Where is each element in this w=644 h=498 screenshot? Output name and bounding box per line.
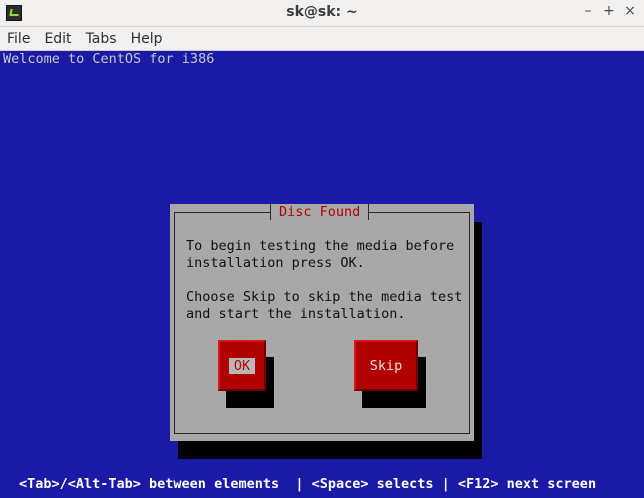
menu-file[interactable]: File [0,31,37,47]
minimize-button[interactable]: – [582,3,594,19]
dialog-text-line-1: To begin testing the media before [186,238,455,254]
dialog-text-line-3: Choose Skip to skip the media test [186,289,463,305]
terminal-area[interactable]: Welcome to CentOS for i386 Disc Found To… [0,51,644,498]
menu-edit[interactable]: Edit [37,31,78,47]
window-titlebar: sk@sk: ~ – + × [0,0,644,27]
menu-tabs[interactable]: Tabs [79,31,124,47]
close-button[interactable]: × [624,3,636,19]
welcome-text: Welcome to CentOS for i386 [3,51,215,67]
ok-button[interactable]: OK [218,340,266,391]
ok-button-label: OK [228,357,256,374]
help-line: <Tab>/<Alt-Tab> between elements | <Spac… [19,476,597,492]
skip-button[interactable]: Skip [354,340,418,391]
menubar: File Edit Tabs Help [0,27,644,51]
dialog-title: Disc Found [270,204,370,220]
window-controls: – + × [582,3,636,19]
window-title: sk@sk: ~ [286,4,358,20]
menu-help[interactable]: Help [124,31,170,47]
dialog-text-line-2: installation press OK. [186,255,365,271]
disc-found-dialog: Disc Found To begin testing the media be… [170,204,474,441]
maximize-button[interactable]: + [603,3,615,19]
skip-button-label: Skip [369,357,403,374]
dialog-text-line-4: and start the installation. [186,306,406,322]
